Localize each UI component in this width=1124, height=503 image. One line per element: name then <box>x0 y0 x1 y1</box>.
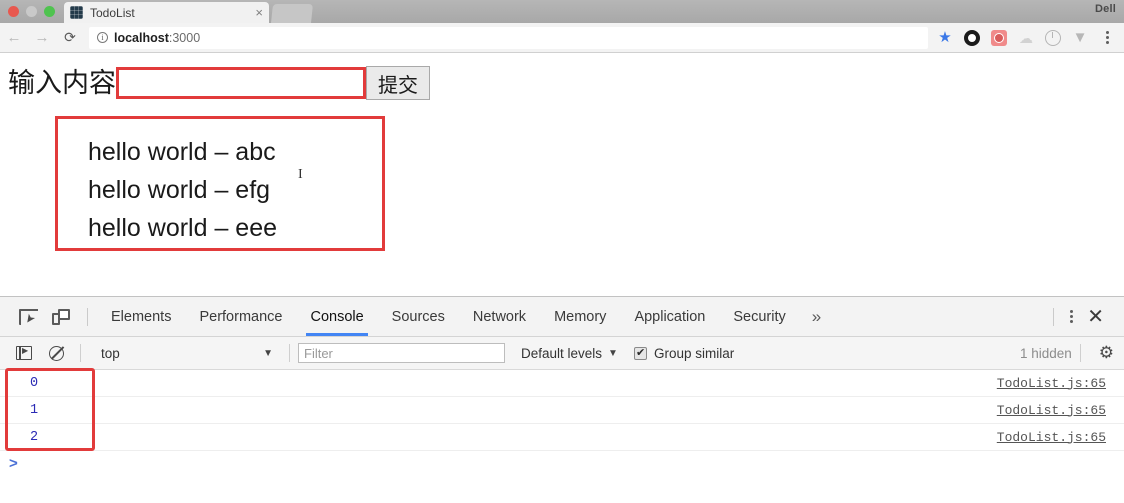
close-devtools-icon[interactable]: ✕ <box>1079 304 1112 329</box>
tab-elements[interactable]: Elements <box>97 297 185 336</box>
log-source-link[interactable]: TodoList.js:65 <box>997 376 1106 391</box>
table-row[interactable]: 0 TodoList.js:65 <box>0 370 1124 397</box>
tab-memory[interactable]: Memory <box>540 297 620 336</box>
inspect-element-icon[interactable] <box>10 303 44 331</box>
text-cursor-icon: I <box>298 167 303 182</box>
browser-tab[interactable]: TodoList × <box>64 2 269 23</box>
more-tabs-icon[interactable]: » <box>800 307 833 327</box>
list-item[interactable]: hello world – eee <box>88 209 382 247</box>
log-message: 2 <box>30 429 39 445</box>
browser-toolbar: ← → ⟳ i localhost :3000 ★ ☁ ▼ <box>0 23 1124 53</box>
todo-list: hello world – abc hello world – efg hell… <box>55 116 385 251</box>
minimize-window-button[interactable] <box>26 6 37 17</box>
group-similar-label: Group similar <box>653 345 735 361</box>
console-filter-input[interactable] <box>298 343 505 363</box>
toolbar-icon-group: ★ ☁ ▼ <box>928 29 1124 46</box>
maximize-window-button[interactable] <box>44 6 55 17</box>
window-titlebar: TodoList × Dell <box>0 0 1124 23</box>
hidden-messages-count: 1 hidden <box>1019 345 1072 361</box>
extension-red-icon[interactable] <box>991 29 1007 46</box>
table-row[interactable]: 1 TodoList.js:65 <box>0 397 1124 424</box>
back-icon[interactable]: ← <box>0 29 28 46</box>
devtools-panel: Elements Performance Console Sources Net… <box>0 296 1124 503</box>
console-sidebar-icon[interactable] <box>8 341 40 365</box>
execution-context-value: top <box>101 345 120 361</box>
group-similar-checkbox[interactable] <box>633 346 647 360</box>
list-item[interactable]: hello world – efg <box>88 171 382 209</box>
console-output: 0 TodoList.js:65 1 TodoList.js:65 2 Todo… <box>0 368 1124 475</box>
chevron-down-icon: ▼ <box>608 347 618 359</box>
input-label: 输入内容 <box>8 67 116 98</box>
todo-input[interactable] <box>116 67 366 99</box>
tab-network[interactable]: Network <box>459 297 540 336</box>
new-tab-button[interactable] <box>271 4 313 23</box>
todo-form: 输入内容 提交 <box>8 66 430 100</box>
site-info-icon[interactable]: i <box>97 32 108 43</box>
console-filter-bar: top ▼ Default levels ▼ Group similar 1 h… <box>0 337 1124 370</box>
console-prompt[interactable]: > <box>0 451 1124 475</box>
address-bar[interactable]: i localhost :3000 <box>89 26 928 49</box>
history-clock-icon[interactable] <box>1045 29 1061 46</box>
brand-tag: Dell <box>1095 3 1116 15</box>
close-window-button[interactable] <box>8 6 19 17</box>
url-host: localhost <box>114 30 169 45</box>
devtools-menu-icon[interactable] <box>1063 309 1079 325</box>
reload-icon[interactable]: ⟳ <box>56 29 84 46</box>
close-icon[interactable]: × <box>255 6 263 19</box>
page-viewport: 输入内容 提交 hello world – abc hello world – … <box>0 53 1124 296</box>
window-traffic-lights <box>8 6 55 17</box>
toolbar-divider <box>80 344 81 362</box>
log-message: 1 <box>30 402 39 418</box>
execution-context-select[interactable]: top ▼ <box>101 346 281 361</box>
tab-security[interactable]: Security <box>719 297 799 336</box>
group-similar-toggle[interactable]: Group similar <box>633 345 735 361</box>
clear-console-icon[interactable] <box>40 341 72 365</box>
table-row[interactable]: 2 TodoList.js:65 <box>0 424 1124 451</box>
prompt-chevron-icon: > <box>9 454 18 472</box>
toolbar-divider <box>87 307 88 326</box>
toolbar-divider <box>289 344 290 362</box>
log-message: 0 <box>30 375 39 391</box>
chevron-down-icon: ▼ <box>263 347 273 359</box>
todolist-favicon-icon <box>70 6 83 19</box>
tab-performance[interactable]: Performance <box>185 297 296 336</box>
devtools-tabbar: Elements Performance Console Sources Net… <box>0 297 1124 337</box>
submit-button[interactable]: 提交 <box>366 66 430 100</box>
gear-icon[interactable]: ⚙ <box>1099 343 1114 363</box>
tab-sources[interactable]: Sources <box>378 297 459 336</box>
log-source-link[interactable]: TodoList.js:65 <box>997 430 1106 445</box>
url-port: :3000 <box>168 30 201 45</box>
toolbar-divider <box>1053 307 1055 326</box>
tab-application[interactable]: Application <box>620 297 719 336</box>
list-item[interactable]: hello world – abc <box>88 133 382 171</box>
tab-console[interactable]: Console <box>296 297 377 336</box>
device-toolbar-icon[interactable] <box>44 303 78 331</box>
bookmark-star-icon[interactable]: ★ <box>937 29 953 46</box>
log-levels-dropdown[interactable]: Default levels ▼ <box>521 346 618 361</box>
devtools-tabbar-right: ✕ <box>1044 304 1124 329</box>
log-source-link[interactable]: TodoList.js:65 <box>997 403 1106 418</box>
extension-faded-icon[interactable]: ☁ <box>1018 30 1034 46</box>
log-levels-label: Default levels <box>521 345 603 361</box>
filter-funnel-icon[interactable]: ▼ <box>1072 30 1088 46</box>
extension-donut-icon[interactable] <box>964 29 980 46</box>
browser-tab-title: TodoList <box>90 5 135 20</box>
browser-window: TodoList × Dell ← → ⟳ i localhost :3000 … <box>0 0 1124 503</box>
chrome-menu-icon[interactable] <box>1099 30 1115 46</box>
toolbar-divider <box>1079 344 1081 362</box>
forward-icon[interactable]: → <box>28 29 56 46</box>
